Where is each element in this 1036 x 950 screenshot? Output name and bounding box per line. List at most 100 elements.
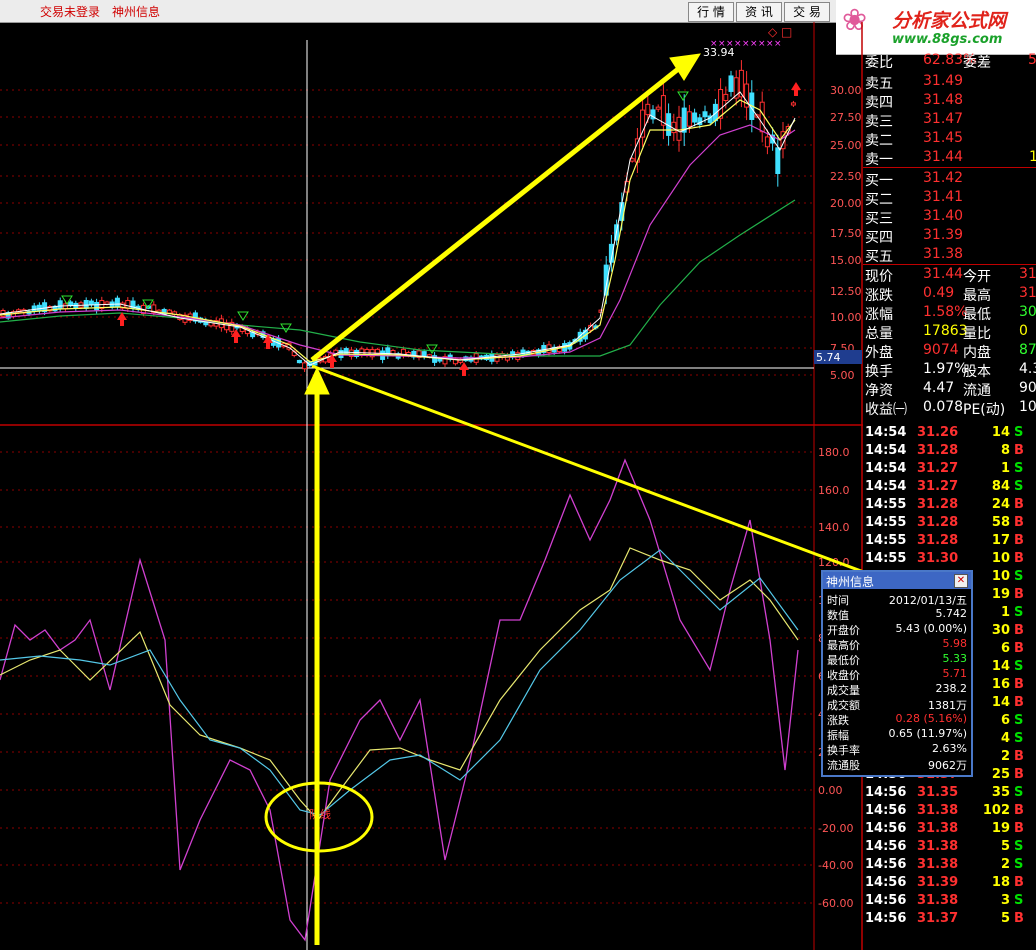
candle-body (775, 147, 781, 175)
buy-arrow-icon (266, 343, 270, 349)
ma-mid-line (0, 124, 796, 359)
tick-direction: S (1014, 659, 1024, 674)
tick-volume: 6 (1000, 713, 1010, 728)
ask-price: 31.44 (923, 149, 964, 165)
tick-price: 31.27 (917, 461, 959, 476)
tick-direction: S (1014, 569, 1024, 584)
bid-price: 31.38 (923, 246, 964, 262)
tick-direction: B (1014, 803, 1024, 818)
candle-body (676, 116, 682, 141)
tick-volume: 19 (991, 821, 1010, 836)
tick-direction: S (1014, 605, 1024, 620)
tick-volume: 5 (1000, 911, 1010, 926)
tick-direction: S (1014, 713, 1024, 728)
tick-row[interactable]: 14:56 31.38 19 B (863, 821, 1036, 839)
candle-body (728, 75, 734, 92)
tick-row[interactable]: 14:54 31.26 14 S (863, 425, 1036, 443)
quote-row: 买五 31.38 (863, 246, 1036, 265)
ask-price: 31.47 (923, 111, 964, 127)
candle-body (104, 301, 110, 305)
chart-corner-icons[interactable]: ◇ □ (768, 25, 792, 39)
tick-direction: B (1014, 515, 1024, 530)
popup-row-label: 振幅 (827, 729, 849, 742)
popup-row: 最高价 5.98 (823, 637, 971, 652)
candle-body (520, 349, 526, 356)
bar-info-popup[interactable]: 神州信息 ✕ 时间 2012/01/13/五 数值 5.742 开盘价 5.43 (0.0… (821, 570, 973, 777)
tick-time: 14:55 (865, 533, 907, 548)
tick-row[interactable]: 14:54 31.28 8 B (863, 443, 1036, 461)
tick-row[interactable]: 14:56 31.38 3 S (863, 893, 1036, 911)
tick-direction: B (1014, 443, 1024, 458)
quote-divider (863, 167, 1036, 168)
tick-volume: 25 (991, 767, 1010, 782)
tick-time: 14:55 (865, 497, 907, 512)
stat-label: 最高 (963, 288, 991, 304)
tick-volume: 30 (991, 623, 1010, 638)
trade-button[interactable]: 交 易 (784, 2, 830, 22)
tick-row[interactable]: 14:55 31.30 10 B (863, 551, 1036, 569)
chart-area[interactable]: 30.00 27.50 25.00 22.50 20.00 17.50 15.00 12.50… (0, 22, 863, 950)
tick-row[interactable]: 14:56 31.37 5 B (863, 911, 1036, 929)
tick-volume: 35 (991, 785, 1010, 800)
oscillator-grid (0, 451, 814, 904)
price-tick-label: 30.00 (830, 84, 862, 97)
candle-body (83, 300, 89, 309)
tick-volume: 3 (1000, 893, 1010, 908)
candle-body (686, 111, 692, 127)
tick-row[interactable]: 14:54 31.27 1 S (863, 461, 1036, 479)
tick-direction: B (1014, 677, 1024, 692)
stat-value: 9062 (1019, 380, 1036, 396)
price-tick-label: 15.00 (830, 254, 862, 267)
stat-value: 10 (1019, 399, 1036, 415)
stat-label: 现价 (865, 269, 893, 285)
limit-marker-icon: × (742, 39, 750, 49)
tick-volume: 84 (991, 479, 1010, 494)
tick-row[interactable]: 14:56 31.38 5 S (863, 839, 1036, 857)
popup-row-label: 换手率 (827, 744, 860, 757)
popup-row-value: 5.33 (942, 652, 968, 665)
tick-direction: S (1014, 893, 1024, 908)
candle-body (759, 101, 765, 133)
bid-price: 31.41 (923, 189, 964, 205)
tick-time: 14:56 (865, 857, 907, 872)
price-tick-label: 27.50 (830, 111, 862, 124)
limit-marker-icon: × (766, 39, 774, 49)
login-status[interactable]: 交易未登录 (40, 3, 100, 20)
stat-label: 流通 (963, 383, 991, 399)
popup-row-label: 成交量 (827, 684, 860, 697)
tick-row[interactable]: 14:56 31.38 2 S (863, 857, 1036, 875)
close-icon[interactable]: ✕ (954, 574, 968, 588)
tick-price: 31.37 (917, 911, 959, 926)
quote-row: 收益㈠ 0.078 PE(动) 10 (863, 399, 1036, 418)
tick-row[interactable]: 14:56 31.39 18 B (863, 875, 1036, 893)
candle-body (655, 106, 661, 110)
bid-label: 买二 (865, 192, 893, 208)
candle-body (640, 109, 646, 138)
tick-row[interactable]: 14:55 31.28 58 B (863, 515, 1036, 533)
tick-row[interactable]: 14:55 31.28 17 B (863, 533, 1036, 551)
current-price-label: 5.74 (816, 351, 841, 364)
osc-tick-label: -40.00 (818, 859, 853, 872)
quote-row: 外盘 9074 内盘 87 (863, 342, 1036, 361)
limit-marker-icon: × (774, 39, 782, 49)
tick-row[interactable]: 14:54 31.27 84 S (863, 479, 1036, 497)
candle-body (692, 112, 698, 123)
news-button[interactable]: 资 讯 (736, 2, 782, 22)
price-tick-label: 22.50 (830, 170, 862, 183)
tick-row[interactable]: 14:55 31.28 24 B (863, 497, 1036, 515)
quote-row: 买三 31.40 (863, 208, 1036, 227)
candle-body (94, 301, 100, 311)
tick-time: 14:54 (865, 443, 907, 458)
candle-body (166, 309, 172, 314)
tick-price: 31.26 (917, 425, 959, 440)
tick-row[interactable]: 14:56 31.38 102 B (863, 803, 1036, 821)
market-button[interactable]: 行 情 (688, 2, 734, 22)
popup-row: 时间 2012/01/13/五 (823, 592, 971, 607)
candle-body (114, 297, 120, 308)
popup-row-label: 流通股 (827, 759, 860, 772)
popup-row-value: 238.2 (935, 682, 968, 695)
tick-volume: 102 (982, 803, 1010, 818)
stat-label: 股本 (963, 364, 991, 380)
tick-row[interactable]: 14:56 31.35 35 S (863, 785, 1036, 803)
weibi-label: 委比 (865, 55, 893, 71)
